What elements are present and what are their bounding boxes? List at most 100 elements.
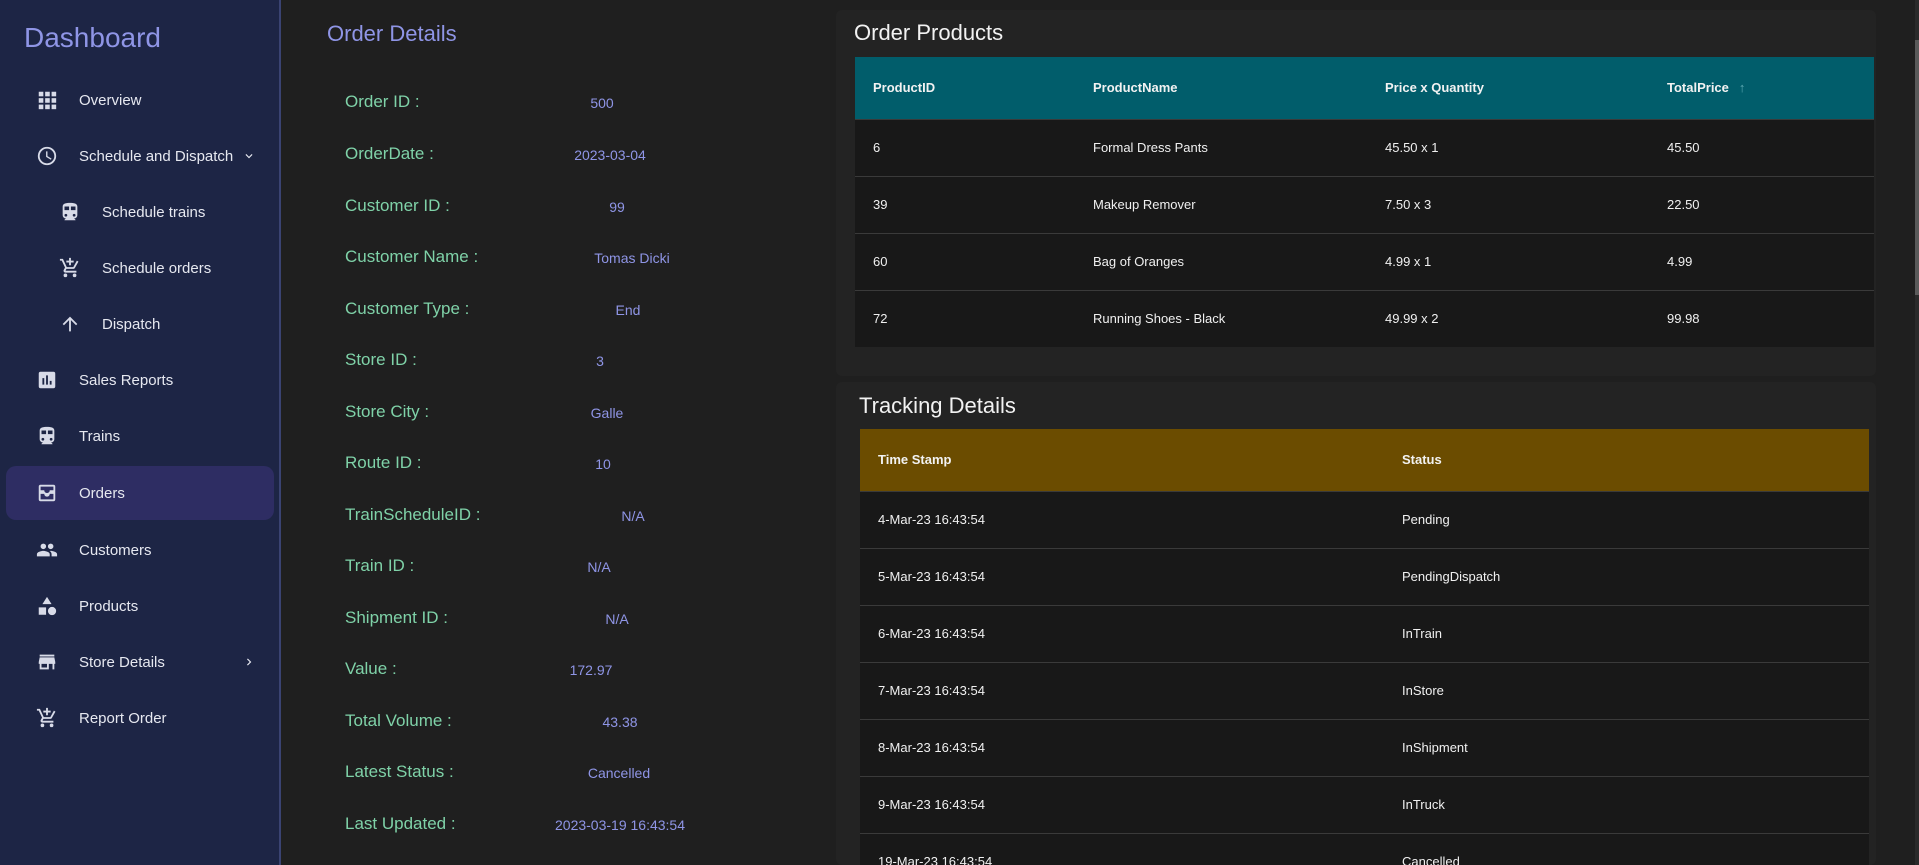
field-label: Total Volume :	[345, 711, 452, 730]
cart-icon	[36, 707, 58, 729]
sidebar-item-store-details[interactable]: Store Details	[6, 635, 274, 689]
table-row[interactable]: 8-Mar-23 16:43:54 InShipment	[860, 718, 1869, 776]
column-header-label: TotalPrice	[1667, 80, 1729, 96]
column-header[interactable]: ProductID	[855, 57, 1075, 119]
sidebar-item-overview[interactable]: Overview	[6, 73, 274, 127]
table-cell: 7.50 x 3	[1367, 175, 1649, 233]
sidebar-item-products[interactable]: Products	[6, 579, 274, 633]
sidebar-item-dispatch[interactable]: Dispatch	[6, 297, 274, 351]
field-label: Shipment ID :	[345, 608, 448, 627]
table-cell: 6	[855, 118, 1075, 176]
train-id-value: N/A	[587, 559, 611, 575]
field-label: OrderDate :	[345, 144, 434, 163]
field-label: Order ID :	[345, 92, 420, 111]
table-row[interactable]: 9-Mar-23 16:43:54 InTruck	[860, 775, 1869, 833]
table-cell: 49.99 x 2	[1367, 289, 1649, 347]
sidebar-item-label: Schedule trains	[102, 203, 206, 221]
store-city-value: Galle	[590, 405, 624, 421]
total-volume-value: 43.38	[602, 714, 638, 730]
sidebar-item-schedule-and-dispatch[interactable]: Schedule and Dispatch	[6, 129, 274, 183]
order-details-title: Order Details	[327, 21, 457, 46]
sidebar-item-sales-reports[interactable]: Sales Reports	[6, 353, 274, 407]
field-label: Customer Name :	[345, 247, 479, 266]
column-header[interactable]: Time Stamp	[860, 429, 1384, 491]
table-cell: 9-Mar-23 16:43:54	[860, 775, 1384, 833]
bar-chart-icon	[36, 369, 58, 391]
column-header[interactable]: ProductName	[1075, 57, 1367, 119]
clock-icon	[36, 145, 58, 167]
table-row[interactable]: 6 Formal Dress Pants 45.50 x 1 45.50	[855, 118, 1874, 176]
scrollbar-thumb[interactable]	[1915, 40, 1919, 295]
sidebar-item-label: Sales Reports	[79, 371, 174, 389]
train-icon	[59, 201, 81, 223]
store-id-value: 3	[596, 353, 604, 369]
table-cell: 99.98	[1649, 289, 1874, 347]
table-cell: 5-Mar-23 16:43:54	[860, 547, 1384, 605]
table-row[interactable]: 5-Mar-23 16:43:54 PendingDispatch	[860, 547, 1869, 605]
sidebar-item-schedule-orders[interactable]: Schedule orders	[6, 241, 274, 295]
table-row[interactable]: 6-Mar-23 16:43:54 InTrain	[860, 604, 1869, 662]
table-row[interactable]: 60 Bag of Oranges 4.99 x 1 4.99	[855, 232, 1874, 290]
table-cell: Makeup Remover	[1075, 175, 1367, 233]
arrow-up-icon[interactable]: ↑	[1739, 80, 1746, 95]
sidebar: Dashboard Overview Schedule and Dispatch…	[0, 0, 281, 865]
sidebar-item-report-order[interactable]: Report Order	[6, 691, 274, 745]
table-row[interactable]: 4-Mar-23 16:43:54 Pending	[860, 490, 1869, 548]
table-header-row: Time Stamp Status	[860, 429, 1869, 491]
cart-icon	[59, 257, 81, 279]
sidebar-item-label: Orders	[79, 484, 125, 502]
table-cell: 45.50	[1649, 118, 1874, 176]
table-row[interactable]: 39 Makeup Remover 7.50 x 3 22.50	[855, 175, 1874, 233]
sidebar-item-label: Customers	[79, 541, 152, 559]
field-label: Latest Status :	[345, 762, 454, 781]
order-date-value: 2023-03-04	[574, 147, 646, 163]
customer-type-value: End	[615, 302, 641, 318]
field-label: TrainScheduleID :	[345, 505, 481, 524]
sidebar-item-label: Schedule and Dispatch	[79, 147, 234, 165]
value-value: 172.97	[569, 662, 613, 678]
table-cell: 7-Mar-23 16:43:54	[860, 661, 1384, 719]
store-icon	[36, 651, 58, 673]
people-icon	[36, 539, 58, 561]
table-cell: 45.50 x 1	[1367, 118, 1649, 176]
column-header-totalprice[interactable]: TotalPrice ↑	[1649, 57, 1874, 119]
table-cell: 60	[855, 232, 1075, 290]
table-row[interactable]: 72 Running Shoes - Black 49.99 x 2 99.98	[855, 289, 1874, 347]
table-row[interactable]: 19-Mar-23 16:43:54 Cancelled	[860, 832, 1869, 865]
sidebar-item-schedule-trains[interactable]: Schedule trains	[6, 185, 274, 239]
tracking-details-table: Time Stamp Status 4-Mar-23 16:43:54 Pend…	[860, 429, 1869, 865]
chevron-right-icon	[242, 655, 256, 669]
field-label: Train ID :	[345, 556, 415, 575]
field-label: Route ID :	[345, 453, 422, 472]
sidebar-item-label: Dispatch	[102, 315, 161, 333]
shipment-id-value: N/A	[605, 611, 629, 627]
table-cell: Bag of Oranges	[1075, 232, 1367, 290]
shapes-icon	[36, 595, 58, 617]
field-label: Last Updated :	[345, 814, 456, 833]
table-cell: 4.99	[1649, 232, 1874, 290]
route-id-value: 10	[595, 456, 611, 472]
sidebar-item-label: Store Details	[79, 653, 165, 671]
table-cell: 19-Mar-23 16:43:54	[860, 832, 1384, 865]
latest-status-value: Cancelled	[587, 765, 651, 781]
table-cell: Pending	[1384, 490, 1869, 548]
table-cell: InTruck	[1384, 775, 1869, 833]
customer-id-value: 99	[609, 199, 625, 215]
grid-icon	[36, 89, 58, 111]
sidebar-item-label: Schedule orders	[102, 259, 212, 277]
sidebar-item-label: Overview	[79, 91, 142, 109]
sidebar-item-label: Products	[79, 597, 139, 615]
train-icon	[36, 425, 58, 447]
table-row[interactable]: 7-Mar-23 16:43:54 InStore	[860, 661, 1869, 719]
chevron-down-icon	[242, 149, 256, 163]
column-header[interactable]: Status	[1384, 429, 1869, 491]
table-cell: Formal Dress Pants	[1075, 118, 1367, 176]
sidebar-title: Dashboard	[24, 22, 161, 53]
sidebar-item-orders[interactable]: Orders	[6, 466, 274, 520]
sidebar-item-trains[interactable]: Trains	[6, 409, 274, 463]
table-cell: 4.99 x 1	[1367, 232, 1649, 290]
column-header[interactable]: Price x Quantity	[1367, 57, 1649, 119]
sidebar-item-customers[interactable]: Customers	[6, 523, 274, 577]
table-cell: PendingDispatch	[1384, 547, 1869, 605]
table-cell: Running Shoes - Black	[1075, 289, 1367, 347]
